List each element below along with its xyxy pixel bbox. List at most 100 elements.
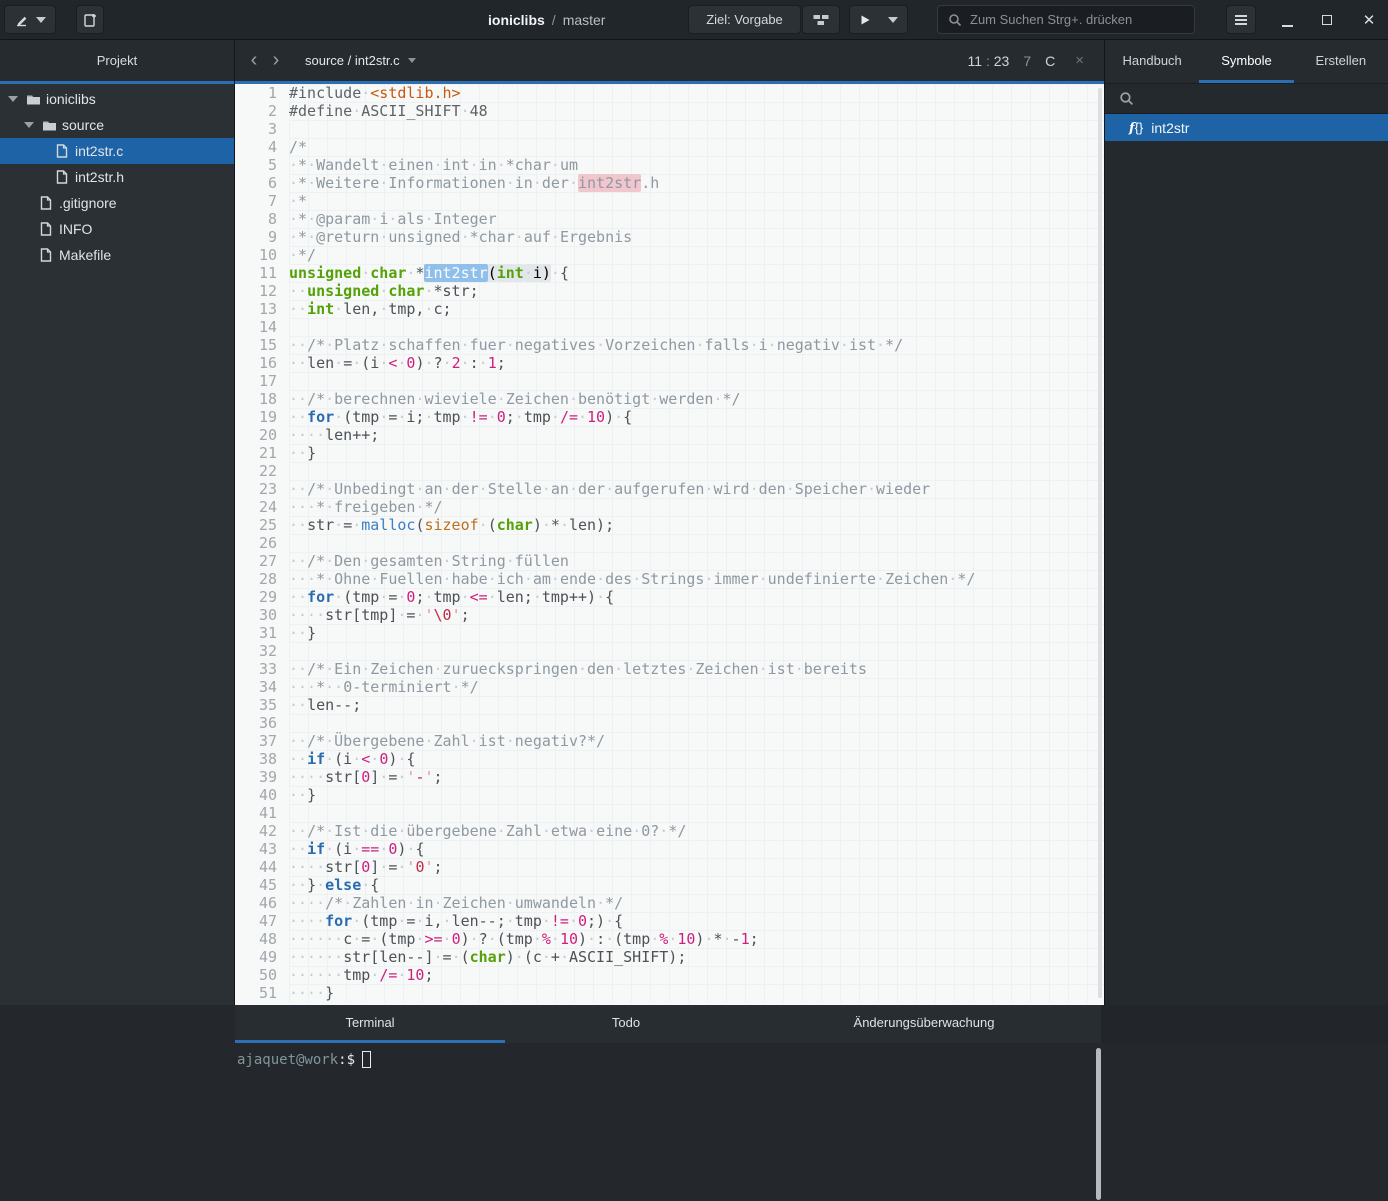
terminal-scrollbar[interactable] — [1096, 1048, 1101, 1200]
code-line[interactable]: 40 ··} — [235, 786, 1104, 804]
symbol-item-int2str[interactable]: f{} int2str — [1105, 114, 1388, 141]
terminal-view[interactable]: ajaquet@work:$ — [235, 1043, 1101, 1201]
tree-item-info[interactable]: INFO — [0, 216, 234, 242]
code-line[interactable]: 4 /* — [235, 138, 1104, 156]
tree-item-int2str-h[interactable]: int2str.h — [0, 164, 234, 190]
code-line[interactable]: 9 ·*·@return·unsigned·*char·auf·Ergebnis — [235, 228, 1104, 246]
code-line[interactable]: 28 ···*·Ohne·Fuellen·habe·ich·am·ende·des… — [235, 570, 1104, 588]
tree-item-makefile[interactable]: Makefile — [0, 242, 234, 268]
tab--nderungs-berwachung[interactable]: Änderungsüberwachung — [747, 1005, 1101, 1043]
expander-icon[interactable] — [6, 96, 20, 102]
whitespace-dots: · — [379, 408, 389, 426]
code-line[interactable]: 44 ····str[0]·=·'0'; — [235, 858, 1104, 876]
source-editor[interactable]: 1 #include·<stdlib.h> 2 #define·ASCII_SHIFT… — [235, 84, 1104, 1005]
code-line[interactable]: 42 ··/*·Ist·die·übergebene·Zahl·etwa·eine… — [235, 822, 1104, 840]
close-window-button[interactable]: ✕ — [1352, 0, 1386, 40]
code-line[interactable]: 33 ··/*·Ein·Zeichen·zurueckspringen·den·l… — [235, 660, 1104, 678]
code-line[interactable]: 19 ··for·(tmp·=·i;·tmp·!=·0;·tmp·/=·10)·{ — [235, 408, 1104, 426]
code-line[interactable]: 24 ···*·freigeben·*/ — [235, 498, 1104, 516]
whitespace-dots: · — [614, 408, 624, 426]
code-line[interactable]: 18 ··/*·berechnen·wieviele·Zeichen·benöti… — [235, 390, 1104, 408]
code-line[interactable]: 27 ··/*·Den·gesamten·String·füllen — [235, 552, 1104, 570]
code-line[interactable]: 43 ··if·(i·==·0)·{ — [235, 840, 1104, 858]
tab-handbuch[interactable]: Handbuch — [1105, 40, 1199, 83]
code-line[interactable]: 16 ··len·=·(i·<·0)·?·2·:·1; — [235, 354, 1104, 372]
code-line[interactable]: 25 ··str·=·malloc(sizeof·(char)·*·len); — [235, 516, 1104, 534]
forward-arrow-icon[interactable]: › — [265, 49, 287, 72]
maximize-button[interactable] — [1310, 0, 1344, 40]
branch-name: master — [562, 12, 606, 28]
global-search-input[interactable]: Zum Suchen Strg+. drücken — [937, 5, 1195, 34]
tab-symbole[interactable]: Symbole — [1199, 40, 1294, 83]
code-line[interactable]: 38 ··if·(i·<·0)·{ — [235, 750, 1104, 768]
code-line[interactable]: 29 ··for·(tmp·=·0;·tmp·<=·len;·tmp++)·{ — [235, 588, 1104, 606]
editor-scrollbar[interactable] — [1098, 88, 1102, 998]
code-line[interactable]: 12 ··unsigned·char·*str; — [235, 282, 1104, 300]
code-segment: ·:· — [460, 354, 488, 372]
code-line[interactable]: 5 ·*·Wandelt·einen·int·in·*char·um — [235, 156, 1104, 174]
code-line[interactable]: 51 ····} — [235, 984, 1104, 1002]
code-line[interactable]: 50 ······tmp·/=· 10; — [235, 966, 1104, 984]
whitespace-dots: ···· — [289, 858, 326, 876]
close-document-icon[interactable]: × — [1069, 52, 1090, 69]
code-line[interactable]: 8 ·*·@param·i·als·Integer — [235, 210, 1104, 228]
run-options-button[interactable] — [879, 5, 908, 34]
code-line[interactable]: 11 unsigned·char·*int2str(int·i)·{ — [235, 264, 1104, 282]
run-button[interactable] — [849, 5, 880, 34]
code-segment: ··len·=·(i· — [289, 354, 389, 372]
tree-item-ioniclibs[interactable]: ioniclibs — [0, 86, 234, 112]
code-line[interactable]: 41 — [235, 804, 1104, 822]
code-line[interactable]: 36 — [235, 714, 1104, 732]
code-segment: <stdlib.h> — [370, 84, 461, 102]
tree-item-int2str-c[interactable]: int2str.c — [0, 138, 234, 164]
code-line[interactable]: 48 ······c·=·(tmp·>=·0)·?·(tmp·%·10)·:·(t… — [235, 930, 1104, 948]
build-configuration-button[interactable] — [802, 5, 840, 34]
tab-todo[interactable]: Todo — [505, 1005, 747, 1043]
code-line[interactable]: 15 ··/*·Platz·schaffen·fuer·negatives·Vor… — [235, 336, 1104, 354]
code-line[interactable]: 32 — [235, 642, 1104, 660]
minimize-button[interactable] — [1270, 0, 1304, 40]
code-line[interactable]: 23 ··/*·Unbedingt·an·der·Stelle·an·der·au… — [235, 480, 1104, 498]
code-line[interactable]: 37 ··/*·Übergebene·Zahl·ist·negativ?*/ — [235, 732, 1104, 750]
code-line[interactable]: 2 #define·ASCII_SHIFT·48 — [235, 102, 1104, 120]
code-line[interactable]: 21 ··} — [235, 444, 1104, 462]
code-segment: int2str — [424, 264, 488, 282]
line-number: 46 — [258, 894, 277, 912]
tab-erstellen[interactable]: Erstellen — [1294, 40, 1388, 83]
code-line[interactable]: 17 — [235, 372, 1104, 390]
code-line[interactable]: 1 #include·<stdlib.h> — [235, 84, 1104, 102]
code-line[interactable]: 35 ··len--; — [235, 696, 1104, 714]
tab-terminal[interactable]: Terminal — [235, 1005, 505, 1043]
tree-item--gitignore[interactable]: .gitignore — [0, 190, 234, 216]
language-indicator[interactable]: C — [1045, 53, 1055, 69]
code-line[interactable]: 7 ·* — [235, 192, 1104, 210]
symbol-search-row[interactable] — [1105, 84, 1388, 114]
code-line[interactable]: 14 — [235, 318, 1104, 336]
code-line[interactable]: 45 ··}·else·{ — [235, 876, 1104, 894]
code-segment: · — [668, 930, 677, 948]
new-document-button[interactable] — [76, 5, 104, 34]
code-line[interactable]: 10 ·*/ — [235, 246, 1104, 264]
code-line[interactable]: 39 ····str[0]·=·'-'; — [235, 768, 1104, 786]
code-line[interactable]: 6 ·*·Weitere·Informationen·in·der·int2str… — [235, 174, 1104, 192]
code-line[interactable]: 34 ···*··0-terminiert·*/ — [235, 678, 1104, 696]
code-line[interactable]: 30 ····str[tmp]·=·'\0'; — [235, 606, 1104, 624]
code-line[interactable]: 47 ····for·(tmp·=·i,·len--;·tmp·!=·0;)·{ — [235, 912, 1104, 930]
edit-mode-button[interactable] — [4, 5, 56, 34]
code-line[interactable]: 49 ······str[len--]·=·(char)·(c·+·ASCII_S… — [235, 948, 1104, 966]
back-arrow-icon[interactable]: ‹ — [243, 49, 265, 72]
document-breadcrumb[interactable]: source / int2str.c — [305, 53, 416, 68]
tree-item-source[interactable]: source — [0, 112, 234, 138]
app-menu-button[interactable] — [1226, 5, 1256, 34]
build-target-button[interactable]: Ziel: Vorgabe — [688, 5, 801, 34]
whitespace-dots: · — [767, 336, 777, 354]
code-line[interactable]: 26 — [235, 534, 1104, 552]
code-line[interactable]: 3 — [235, 120, 1104, 138]
code-line[interactable]: 13 ··int·len,·tmp,·c; — [235, 300, 1104, 318]
sidebar-header: Projekt — [0, 40, 234, 84]
code-line[interactable]: 20 ····len++; — [235, 426, 1104, 444]
expander-icon[interactable] — [22, 122, 36, 128]
code-line[interactable]: 22 — [235, 462, 1104, 480]
code-line[interactable]: 46 ····/*·Zahlen·in·Zeichen·umwandeln·*/ — [235, 894, 1104, 912]
code-line[interactable]: 31 ··} — [235, 624, 1104, 642]
